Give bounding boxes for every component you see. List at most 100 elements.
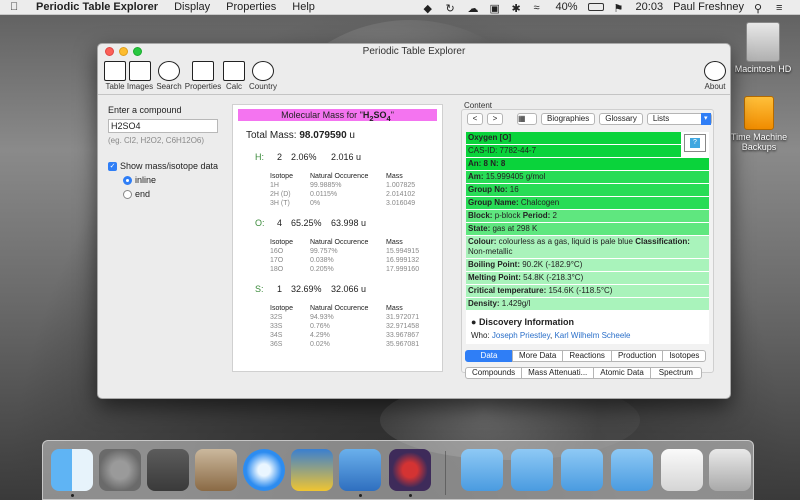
toolbar-properties-button[interactable]: Properties bbox=[184, 61, 222, 91]
menu-help[interactable]: Help bbox=[292, 1, 315, 13]
xcode-icon[interactable] bbox=[339, 449, 381, 491]
search-icon[interactable]: ⚲ bbox=[754, 2, 766, 15]
toolbar: Table Images Search Properties Calc Coun… bbox=[98, 60, 730, 95]
user-name[interactable]: Paul Freshney bbox=[673, 1, 744, 13]
isotope-mass: 3.016049 bbox=[386, 200, 416, 207]
zoom-button[interactable] bbox=[133, 47, 142, 56]
tab-compounds[interactable]: Compounds bbox=[465, 367, 523, 379]
content-tabs-row-1: Data More Data Reactions Production Isot… bbox=[465, 350, 707, 362]
mail-icon[interactable] bbox=[195, 449, 237, 491]
compound-input[interactable]: H2SO4 bbox=[108, 119, 218, 133]
element-percent: 65.25% bbox=[291, 218, 322, 228]
close-button[interactable] bbox=[105, 47, 114, 56]
biographies-button[interactable]: Biographies bbox=[541, 113, 596, 125]
menu-properties[interactable]: Properties bbox=[226, 1, 276, 13]
help-icon[interactable]: ? bbox=[684, 134, 706, 152]
cloud-icon[interactable]: ☁ bbox=[468, 2, 480, 15]
minimize-button[interactable] bbox=[119, 47, 128, 56]
isotope-row: 34S 4.29% 33.967867 bbox=[270, 332, 442, 339]
discoverer-link[interactable]: Karl Wilhelm Scheele bbox=[554, 331, 630, 340]
discoverer-link[interactable]: Joseph Priestley bbox=[492, 331, 550, 340]
menu-app-name[interactable]: Periodic Table Explorer bbox=[36, 1, 158, 13]
isotope-row: 16O 99.757% 15.994915 bbox=[270, 248, 442, 255]
running-indicator bbox=[409, 494, 412, 497]
toolbar-country-button[interactable]: Country bbox=[246, 61, 280, 91]
isotope-header: Isotope Natural Occurence Mass bbox=[270, 239, 442, 246]
apple-icon[interactable]:  bbox=[10, 1, 24, 13]
isotope-occurence: 0.0115% bbox=[310, 191, 338, 198]
desktop-icon-time-machine[interactable]: Time Machine Backups bbox=[724, 96, 794, 152]
desktop-icon-macintosh-hd[interactable]: Macintosh HD bbox=[728, 22, 798, 74]
toolbar-images-button[interactable]: Images bbox=[124, 61, 156, 91]
calculator-icon[interactable] bbox=[147, 449, 189, 491]
sync-icon[interactable]: ↻ bbox=[446, 2, 458, 15]
flag-icon[interactable]: ⚑ bbox=[614, 2, 626, 15]
menu-display[interactable]: Display bbox=[174, 1, 210, 13]
clock[interactable]: 20:03 bbox=[636, 1, 664, 13]
isotope-row: 33S 0.76% 32.971458 bbox=[270, 323, 442, 330]
folder-icon[interactable] bbox=[461, 449, 503, 491]
periodic-table-explorer-icon[interactable] bbox=[389, 449, 431, 491]
tab-spectrum[interactable]: Spectrum bbox=[649, 367, 702, 379]
discovery-who: Who: Joseph Priestley, Karl Wilhelm Sche… bbox=[471, 331, 631, 340]
system-preferences-icon[interactable] bbox=[99, 449, 141, 491]
isotope-col-header: Isotope bbox=[270, 173, 293, 180]
trash-icon[interactable] bbox=[709, 449, 751, 491]
show-mass-checkbox[interactable]: ✓ Show mass/isotope data bbox=[108, 161, 228, 171]
tab-mass-attenuation[interactable]: Mass Attenuati... bbox=[521, 367, 595, 379]
prop-label: Block: bbox=[468, 211, 493, 220]
compound-input-panel: Enter a compound H2SO4 (eg. Cl2, H2O2, C… bbox=[108, 102, 228, 199]
app-window: Periodic Table Explorer Table Images Sea… bbox=[97, 43, 731, 399]
prop-value: Chalcogen bbox=[520, 198, 560, 207]
folder-icon[interactable] bbox=[561, 449, 603, 491]
tab-data[interactable]: Data bbox=[465, 350, 513, 362]
dropbox-icon[interactable]: ◆ bbox=[424, 2, 436, 15]
desktop-icon-label: Macintosh HD bbox=[734, 64, 792, 74]
bluetooth-icon[interactable]: ✱ bbox=[512, 2, 524, 15]
back-button[interactable]: < bbox=[467, 113, 483, 125]
folder-icon[interactable] bbox=[511, 449, 553, 491]
calculator-icon bbox=[223, 61, 245, 81]
isotope-mass: 16.999132 bbox=[386, 257, 420, 264]
toolbar-about-button[interactable]: About bbox=[700, 61, 730, 91]
toolbar-search-button[interactable]: Search bbox=[153, 61, 185, 91]
prop-label: State: bbox=[468, 224, 491, 233]
atomic-mass: Am: 15.999405 g/mol bbox=[466, 171, 709, 183]
element-symbol: S: bbox=[255, 284, 264, 294]
isotope-mass: 31.972071 bbox=[386, 314, 420, 321]
folder-icon[interactable] bbox=[611, 449, 653, 491]
tab-isotopes[interactable]: Isotopes bbox=[662, 350, 707, 362]
total-mass: Total Mass: 98.079590 u bbox=[246, 130, 442, 141]
notification-icon[interactable]: ▣ bbox=[490, 2, 502, 15]
lists-dropdown[interactable]: Lists ▾ bbox=[646, 113, 712, 125]
isotope-name: 18O bbox=[270, 266, 284, 273]
tab-atomic-data[interactable]: Atomic Data bbox=[593, 367, 651, 379]
documents-stack-icon[interactable] bbox=[661, 449, 703, 491]
element-row: H: 2 2.06% 2.016 u bbox=[255, 152, 442, 162]
forward-button[interactable]: > bbox=[487, 113, 503, 125]
tab-production[interactable]: Production bbox=[610, 350, 664, 362]
radio-inline[interactable]: inline bbox=[123, 175, 228, 185]
ftp-client-icon[interactable] bbox=[291, 449, 333, 491]
wifi-icon[interactable]: ≈ bbox=[534, 2, 546, 14]
element-name-text: Oxygen [O] bbox=[468, 133, 512, 142]
prop-label: Group Name: bbox=[468, 198, 519, 207]
radio-end[interactable]: end bbox=[123, 189, 228, 199]
window-titlebar[interactable]: Periodic Table Explorer bbox=[98, 44, 730, 60]
tab-reactions[interactable]: Reactions bbox=[562, 350, 612, 362]
periodic-table-icon bbox=[104, 61, 126, 81]
prop-label: Boiling Point: bbox=[468, 260, 520, 269]
element-percent: 32.69% bbox=[291, 284, 322, 294]
glossary-button[interactable]: Glossary bbox=[599, 113, 643, 125]
toolbar-label: Country bbox=[248, 82, 277, 91]
prop-value: 1.429g/l bbox=[501, 299, 531, 308]
isotope-name: 36S bbox=[270, 341, 283, 348]
calendar-icon[interactable]: ▦ bbox=[517, 113, 537, 125]
battery-icon[interactable] bbox=[587, 3, 604, 11]
battery-percent[interactable]: 40% bbox=[556, 1, 578, 13]
tab-more-data[interactable]: More Data bbox=[512, 350, 564, 362]
finder-icon[interactable] bbox=[51, 449, 93, 491]
menu-list-icon[interactable]: ≡ bbox=[776, 2, 788, 14]
isotope-name: 2H (D) bbox=[270, 191, 291, 198]
safari-icon[interactable] bbox=[243, 449, 285, 491]
